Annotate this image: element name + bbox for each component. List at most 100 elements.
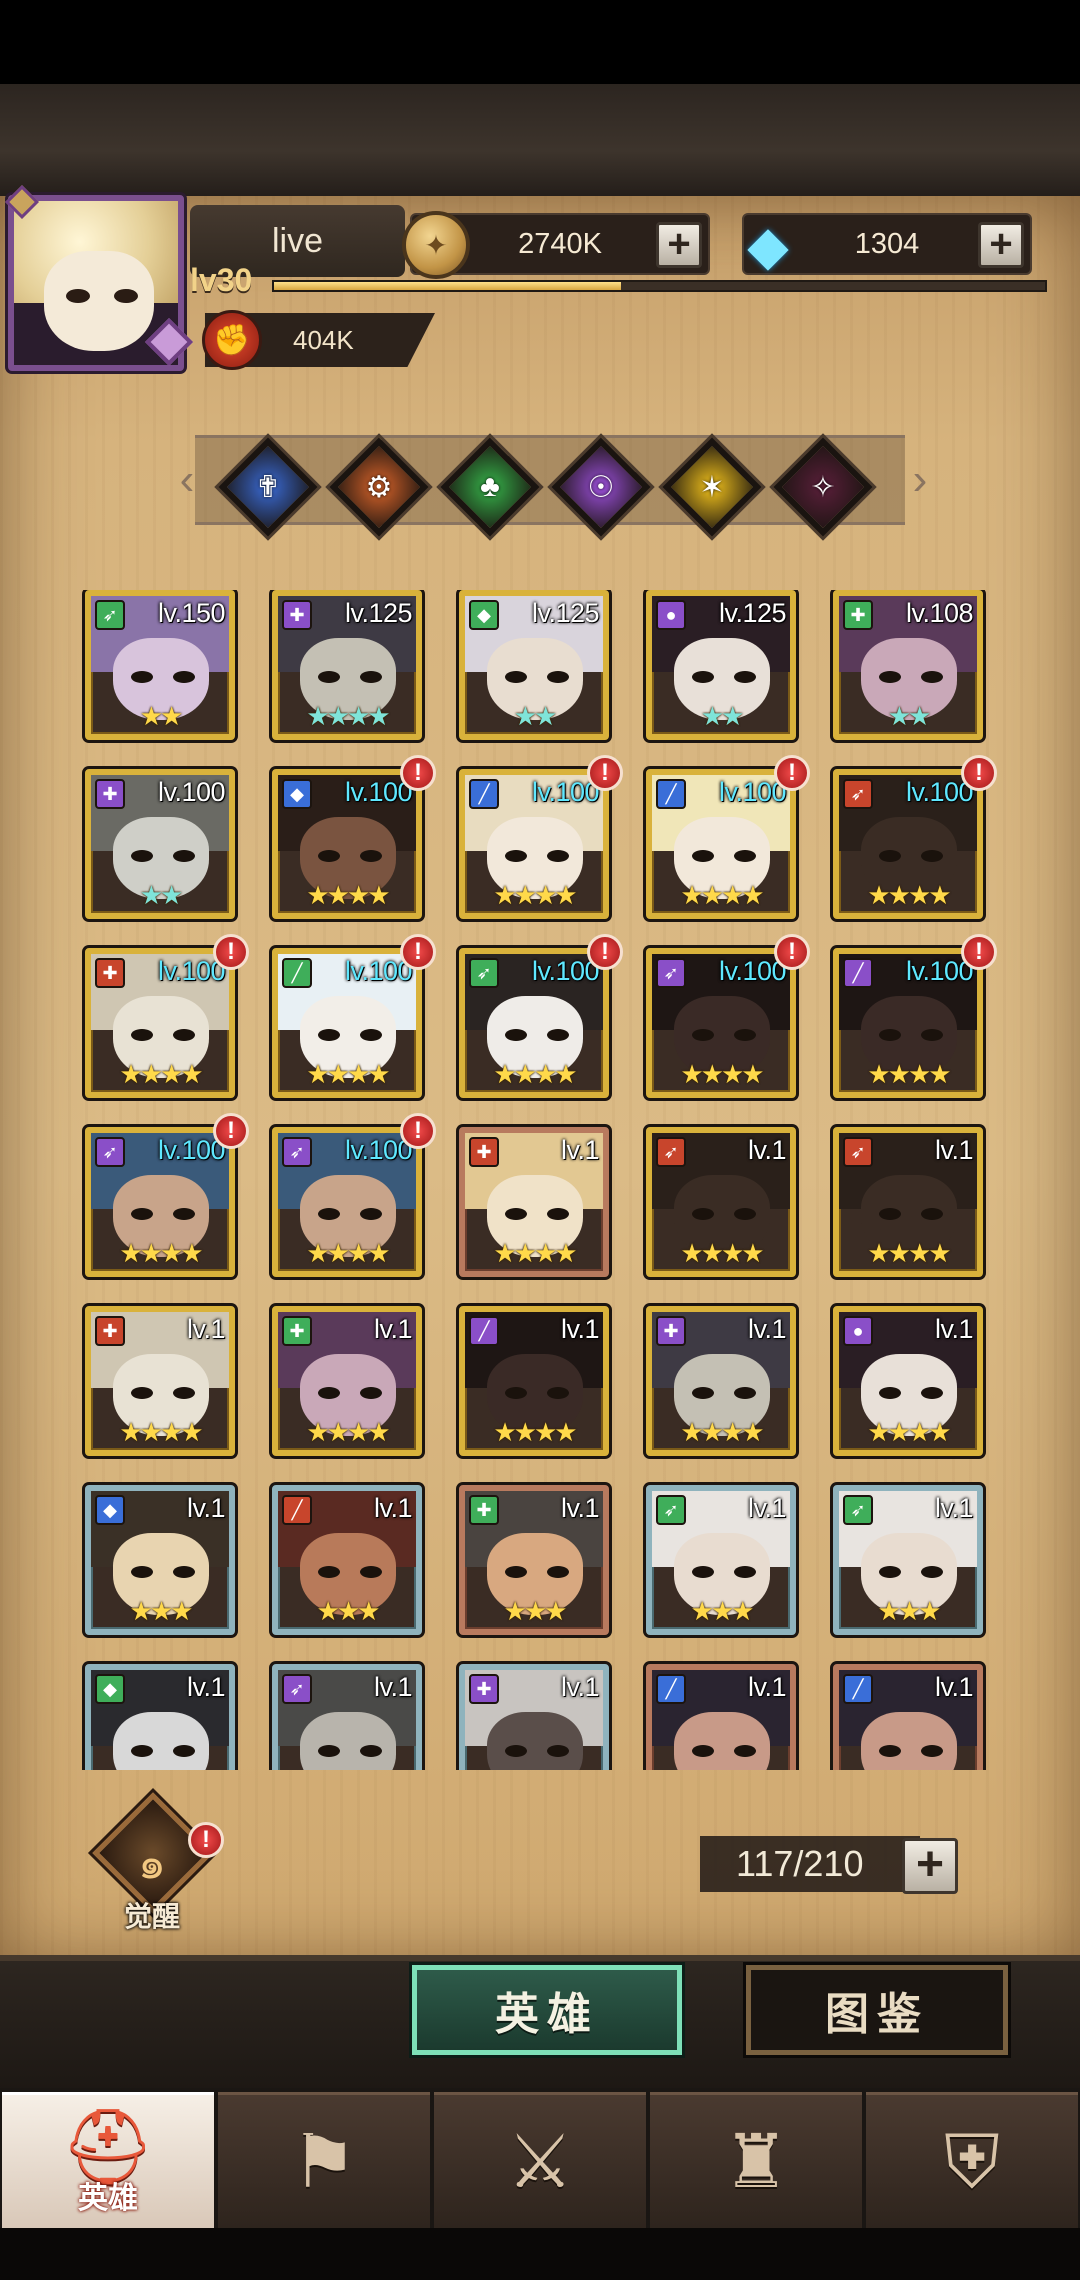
hero-stars: ★★★★ [867, 1238, 951, 1268]
status-strip [0, 0, 1080, 84]
hero-card[interactable]: ◆ lv.100 ★★★★ [272, 769, 422, 919]
nav-castle[interactable]: ♜ [650, 2092, 862, 2228]
faction-light-icon: ✟ [255, 470, 281, 504]
add-gold-button[interactable]: + [656, 222, 702, 268]
faction-nature-icon: ♣ [480, 470, 500, 503]
hero-class-sword-icon: ╱ [282, 958, 312, 988]
hero-class-sword-icon: ╱ [656, 1674, 686, 1704]
hero-class-heal-icon: ✚ [843, 600, 873, 630]
hero-card[interactable]: ✚ lv.100 ★★★★ [85, 948, 235, 1098]
nav-heroes-label: 英雄 [78, 2181, 138, 2215]
hero-card[interactable]: ✚ lv.100 ★★ [85, 769, 235, 919]
hero-card[interactable]: ╱lv.1★★★ [833, 1664, 983, 1770]
hero-alert-badge: ! [400, 755, 436, 791]
hero-stars: ★★★★ [306, 1417, 390, 1447]
nav-guild[interactable]: ⛨ [866, 2092, 1078, 2228]
hero-card[interactable]: ╱ lv.100 ★★★★ [646, 769, 796, 919]
hero-level: lv.1 [560, 1672, 600, 1702]
hero-card[interactable]: ➶ lv.100 ★★★★ [85, 1127, 235, 1277]
hero-card[interactable]: ➶lv.1★★★ [833, 1485, 983, 1635]
hero-level: lv.1 [747, 1493, 787, 1523]
hero-card[interactable]: ╱lv.1★★★ [646, 1664, 796, 1770]
nav-battle[interactable]: ⚔ [434, 2092, 646, 2228]
hero-stars: ★★★ [129, 1596, 194, 1626]
hero-card[interactable]: ✚ lv.1 ★★★★ [272, 1306, 422, 1456]
diamond-panel: ◆ 1304 + [742, 213, 1032, 276]
hero-alert-badge: ! [587, 934, 623, 970]
hero-stars: ★★★ [316, 1596, 381, 1626]
nav-heroes[interactable]: ⛑ 英雄 [2, 2092, 214, 2228]
hero-stars: ★★★★ [493, 1059, 577, 1089]
hero-card[interactable]: ◆lv.1★★★ [85, 1485, 235, 1635]
hero-card[interactable]: ╱ lv.100 ★★★★ [459, 769, 609, 919]
hero-card[interactable]: ◆ lv.125 ★★ [459, 590, 609, 740]
hero-stars: ★★★★ [306, 880, 390, 910]
hero-level: lv.100 [157, 777, 226, 807]
hero-card[interactable]: ➶ lv.100 ★★★★ [833, 769, 983, 919]
hero-level: lv.1 [186, 1493, 226, 1523]
faction-fire-icon: ⚙ [365, 470, 393, 504]
hero-card[interactable]: ➶ lv.1 ★★★★ [646, 1127, 796, 1277]
hero-class-orb-icon: ● [656, 600, 686, 630]
hero-card[interactable]: ➶lv.1★★★ [272, 1664, 422, 1770]
hero-card[interactable]: ╱ lv.1 ★★★★ [459, 1306, 609, 1456]
hero-level: lv.1 [373, 1314, 413, 1344]
hero-card[interactable]: ╱ lv.100 ★★★★ [833, 948, 983, 1098]
hero-alert-badge: ! [213, 1113, 249, 1149]
hero-alert-badge: ! [961, 755, 997, 791]
hero-card[interactable]: ● lv.1 ★★★★ [833, 1306, 983, 1456]
hero-card[interactable]: ✚ lv.108 ★★ [833, 590, 983, 740]
add-diamond-button[interactable]: + [978, 222, 1024, 268]
xp-fill [274, 282, 621, 290]
hero-card[interactable]: ➶ lv.150 ★★ [85, 590, 235, 740]
hero-card[interactable]: ➶ lv.1 ★★★★ [833, 1127, 983, 1277]
hero-card[interactable]: ✚ lv.1 ★★★★ [85, 1306, 235, 1456]
hero-card[interactable]: ● lv.125 ★★ [646, 590, 796, 740]
hero-stars: ★★ [887, 701, 932, 731]
tab-heroes[interactable]: 英雄 [412, 1965, 682, 2055]
hero-class-heal-icon: ✚ [656, 1316, 686, 1346]
hero-alert-badge: ! [961, 934, 997, 970]
hero-card[interactable]: ✚ lv.1 ★★★★ [646, 1306, 796, 1456]
filter-faction-nature[interactable]: ♣ [440, 437, 540, 537]
hero-card[interactable]: ➶ lv.100 ★★★★ [272, 1127, 422, 1277]
expand-capacity-button[interactable]: + [902, 1838, 958, 1894]
hero-class-sword-icon: ╱ [843, 958, 873, 988]
filter-right-arrow-icon[interactable]: › [898, 455, 942, 505]
hero-level: lv.1 [747, 1314, 787, 1344]
tab-codex[interactable]: 图鉴 [746, 1965, 1008, 2055]
nav-battle-icon: ⚔ [506, 2119, 574, 2203]
awaken-button[interactable]: ๑ 觉醒 ! [92, 1792, 224, 1932]
hero-grid: ➶ lv.150 ★★ ✚ lv.125 ★★★★ ◆ lv.125 ★★ ● lv.125 ★★ ✚ l… [0, 590, 1080, 1770]
hero-card[interactable]: ➶ lv.100 ★★★★ [646, 948, 796, 1098]
hero-class-heal-icon: ✚ [469, 1674, 499, 1704]
hero-level: lv.125 [344, 598, 413, 628]
hero-class-sword-icon: ╱ [469, 779, 499, 809]
hero-stars: ★★★★ [867, 880, 951, 910]
hero-card[interactable]: ✚ lv.125 ★★★★ [272, 590, 422, 740]
gold-panel: 2740K + [402, 211, 710, 279]
hero-class-heal-icon: ✚ [469, 1137, 499, 1167]
hero-card[interactable]: ➶lv.1★★★ [646, 1485, 796, 1635]
hero-card[interactable]: ╱lv.1★★★ [272, 1485, 422, 1635]
hero-card[interactable]: ✚lv.1★★★ [459, 1485, 609, 1635]
faction-shadow-icon: ✧ [810, 470, 836, 504]
diamond-icon: ◆ [747, 215, 789, 276]
hero-class-heal-icon: ✚ [469, 1495, 499, 1525]
filter-faction-light[interactable]: ✟ [218, 437, 318, 537]
hero-card[interactable]: ╱ lv.100 ★★★★ [272, 948, 422, 1098]
filter-faction-shadow[interactable]: ✧ [773, 437, 873, 537]
hero-card[interactable]: ◆lv.1★★★ [85, 1664, 235, 1770]
hero-level: lv.1 [373, 1493, 413, 1523]
filter-faction-fire[interactable]: ⚙ [329, 437, 429, 537]
nav-adventure[interactable]: ⚑ [218, 2092, 430, 2228]
hero-class-sword-icon: ╱ [656, 779, 686, 809]
hero-card[interactable]: ✚lv.1★★★ [459, 1664, 609, 1770]
hero-class-orb-icon: ● [843, 1316, 873, 1346]
filter-faction-sun[interactable]: ✶ [662, 437, 762, 537]
filter-faction-mystic[interactable]: ☉ [551, 437, 651, 537]
hero-class-sword-icon: ╱ [469, 1316, 499, 1346]
hero-class-bow-icon: ➶ [843, 1137, 873, 1167]
hero-card[interactable]: ✚ lv.1 ★★★★ [459, 1127, 609, 1277]
hero-card[interactable]: ➶ lv.100 ★★★★ [459, 948, 609, 1098]
